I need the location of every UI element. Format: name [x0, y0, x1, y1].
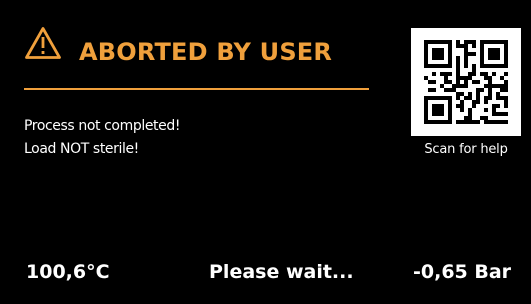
- warning-triangle-icon: [25, 27, 61, 59]
- error-message-line-1: Process not completed!: [24, 118, 181, 134]
- process-status-text: Please wait...: [209, 261, 354, 283]
- temperature-readout: 100,6°C: [26, 261, 110, 283]
- qr-code-icon: [424, 40, 508, 124]
- title-divider: [24, 88, 369, 90]
- page-title: ABORTED BY USER: [79, 38, 333, 66]
- qr-caption: Scan for help: [424, 142, 508, 157]
- help-qr-code[interactable]: [411, 28, 521, 136]
- abort-screen: ABORTED BY USER Process not completed! L…: [0, 0, 531, 304]
- pressure-readout: -0,65 Bar: [413, 261, 512, 283]
- error-message-line-2: Load NOT sterile!: [24, 141, 139, 157]
